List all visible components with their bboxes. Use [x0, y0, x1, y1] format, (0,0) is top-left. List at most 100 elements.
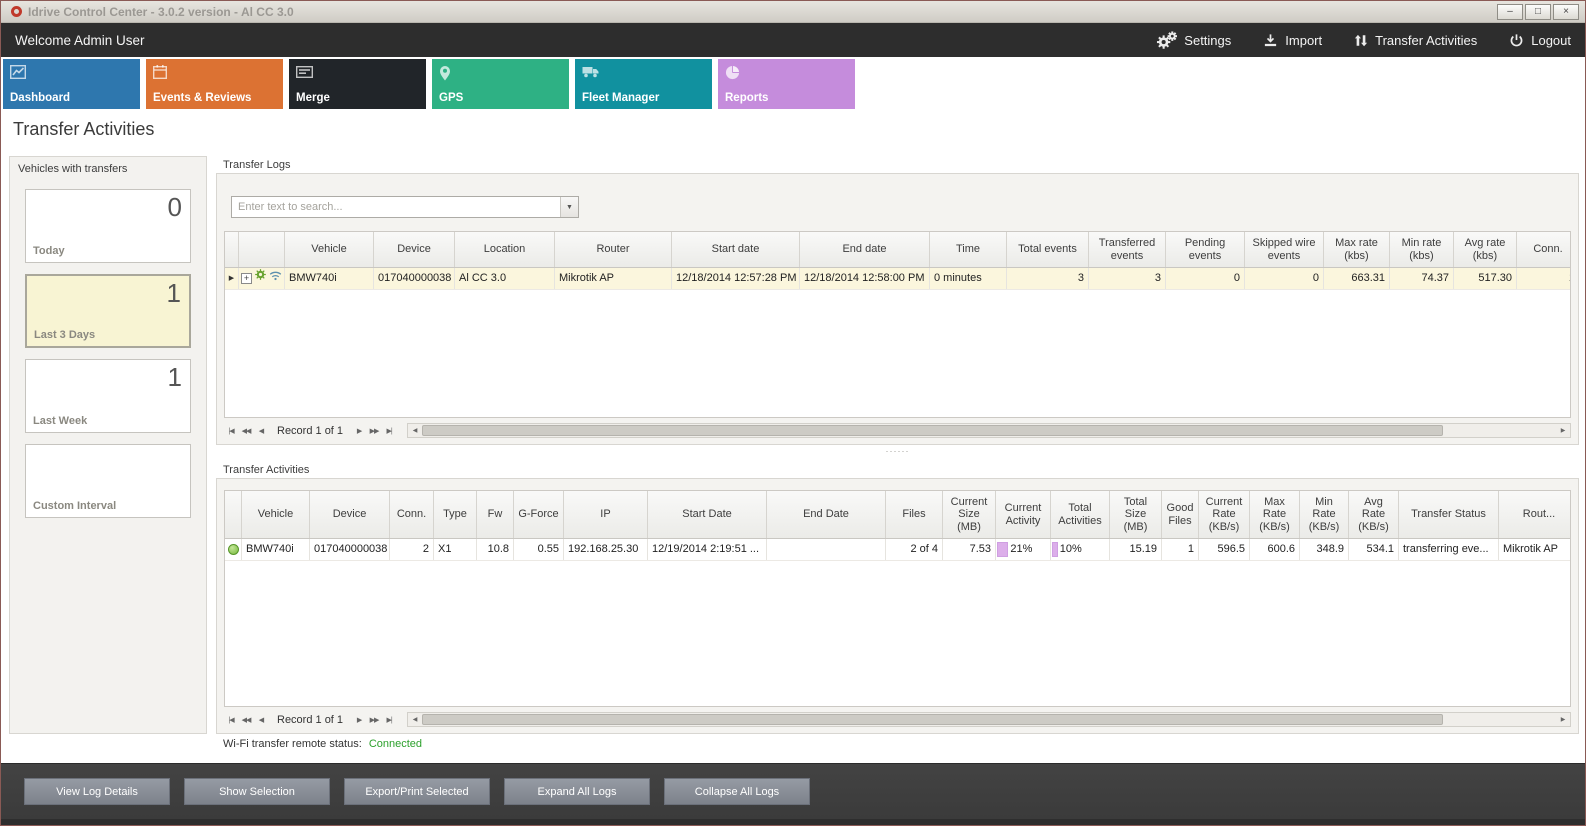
scroll-left-icon[interactable]: ◀: [408, 427, 422, 434]
column-header-fw[interactable]: Fw: [477, 491, 514, 538]
nav-tile-reports[interactable]: Reports: [718, 59, 855, 109]
grid-cell: BMW740i: [242, 539, 310, 560]
column-header-min-rate-kb-s[interactable]: Min Rate (KB/s): [1300, 491, 1349, 538]
column-header-device[interactable]: Device: [374, 232, 455, 267]
column-header-min-rate-kbs[interactable]: Min rate (kbs): [1390, 232, 1454, 267]
gear-icon: [254, 268, 267, 289]
interval-card-last-week[interactable]: 1Last Week: [25, 359, 191, 433]
maximize-button[interactable]: □: [1525, 4, 1551, 20]
column-header-transfer-status[interactable]: Transfer Status: [1399, 491, 1499, 538]
column-header-skipped-wire-events[interactable]: Skipped wire events: [1245, 232, 1324, 267]
horizontal-scrollbar[interactable]: ◀▶: [407, 423, 1571, 438]
view-log-details-button[interactable]: View Log Details: [24, 778, 170, 805]
column-header-current-rate-kb-s[interactable]: Current Rate (KB/s): [1199, 491, 1250, 538]
pager-first-button[interactable]: |◀: [224, 427, 238, 435]
transfer-activities-grid: VehicleDeviceConn.TypeFwG-ForceIPStart D…: [224, 490, 1571, 707]
nav-tile-label: GPS: [439, 92, 463, 104]
minimize-button[interactable]: –: [1497, 4, 1523, 20]
online-status-icon: [228, 544, 239, 555]
nav-tile-dashboard[interactable]: Dashboard: [3, 59, 140, 109]
pager-next-page-button[interactable]: ▶▶: [367, 716, 381, 724]
pager-prev-page-button[interactable]: ◀◀: [239, 427, 253, 435]
column-header-avg-rate-kb-s[interactable]: Avg Rate (KB/s): [1349, 491, 1399, 538]
column-header-time[interactable]: Time: [930, 232, 1007, 267]
header-action-import[interactable]: Import: [1263, 33, 1322, 48]
pager-record-label: Record 1 of 1: [277, 714, 343, 726]
grid-cell: 2: [390, 539, 434, 560]
column-header-current-size-mb[interactable]: Current Size (MB): [943, 491, 996, 538]
interval-card-custom-interval[interactable]: Custom Interval: [25, 444, 191, 518]
table-row[interactable]: BMW740i0170400000382X110.80.55192.168.25…: [225, 539, 1570, 561]
interval-card-last-3-days[interactable]: 1Last 3 Days: [25, 274, 191, 348]
column-header-ip[interactable]: IP: [564, 491, 648, 538]
column-header-good-files[interactable]: Good Files: [1162, 491, 1199, 538]
column-header-files[interactable]: Files: [886, 491, 943, 538]
column-header-device[interactable]: Device: [310, 491, 390, 538]
column-header-end-date[interactable]: End date: [800, 232, 930, 267]
close-button[interactable]: ×: [1553, 4, 1579, 20]
column-header-avg-rate-kbs[interactable]: Avg rate (kbs): [1454, 232, 1517, 267]
chevron-down-icon[interactable]: ▼: [560, 197, 578, 217]
pager-last-button[interactable]: ▶|: [382, 716, 396, 724]
nav-tile-label: Reports: [725, 92, 768, 104]
header-action-settings[interactable]: Settings: [1155, 31, 1231, 50]
nav-tile-fleet-manager[interactable]: Fleet Manager: [575, 59, 712, 109]
scroll-track[interactable]: [422, 424, 1556, 437]
collapse-all-logs-button[interactable]: Collapse All Logs: [664, 778, 810, 805]
scroll-thumb[interactable]: [422, 425, 1443, 436]
expand-all-logs-button[interactable]: Expand All Logs: [504, 778, 650, 805]
pager-next-page-button[interactable]: ▶▶: [367, 427, 381, 435]
scroll-left-icon[interactable]: ◀: [408, 716, 422, 723]
export-print-selected-button[interactable]: Export/Print Selected: [344, 778, 490, 805]
pager-prev-button[interactable]: ◀: [254, 427, 268, 435]
interval-card-today[interactable]: 0Today: [25, 189, 191, 263]
scroll-track[interactable]: [422, 713, 1556, 726]
nav-tile-events-reviews[interactable]: Events & Reviews: [146, 59, 283, 109]
pager-prev-page-button[interactable]: ◀◀: [239, 716, 253, 724]
panel-splitter[interactable]: ······: [216, 448, 1579, 458]
pager-next-button[interactable]: ▶: [352, 716, 366, 724]
column-header-total-size-mb[interactable]: Total Size (MB): [1110, 491, 1162, 538]
show-selection-button[interactable]: Show Selection: [184, 778, 330, 805]
column-header-transferred-events[interactable]: Transferred events: [1089, 232, 1166, 267]
horizontal-scrollbar[interactable]: ◀▶: [407, 712, 1571, 727]
pager-first-button[interactable]: |◀: [224, 716, 238, 724]
scroll-right-icon[interactable]: ▶: [1556, 427, 1570, 434]
column-header-start-date[interactable]: Start date: [672, 232, 800, 267]
column-header-location[interactable]: Location: [455, 232, 555, 267]
column-header-router[interactable]: Router: [555, 232, 672, 267]
welcome-text: Welcome Admin User: [15, 33, 145, 48]
column-header-max-rate-kb-s[interactable]: Max Rate (KB/s): [1250, 491, 1300, 538]
column-header-g-force[interactable]: G-Force: [514, 491, 564, 538]
nav-tile-merge[interactable]: Merge: [289, 59, 426, 109]
column-header-pending-events[interactable]: Pending events: [1166, 232, 1245, 267]
pager-prev-button[interactable]: ◀: [254, 716, 268, 724]
grid-corner: [225, 232, 239, 267]
column-header-end-date[interactable]: End Date: [767, 491, 886, 538]
column-header-vehicle[interactable]: Vehicle: [242, 491, 310, 538]
column-header-max-rate-kbs[interactable]: Max rate (kbs): [1324, 232, 1390, 267]
pager-next-button[interactable]: ▶: [352, 427, 366, 435]
app-header: Welcome Admin User Settings Import Transfe…: [1, 23, 1585, 57]
expand-plus-icon[interactable]: +: [241, 273, 252, 284]
column-header-start-date[interactable]: Start Date: [648, 491, 767, 538]
scroll-thumb[interactable]: [422, 714, 1443, 725]
search-input[interactable]: [232, 197, 560, 217]
column-header-conn[interactable]: Conn.: [390, 491, 434, 538]
scroll-right-icon[interactable]: ▶: [1556, 716, 1570, 723]
column-header-current-activity[interactable]: Current Activity: [996, 491, 1051, 538]
header-actions: Settings Import Transfer Activities Logout: [1155, 31, 1571, 50]
column-header-total-events[interactable]: Total events: [1007, 232, 1089, 267]
table-row[interactable]: ▶+BMW740i017040000038Al CC 3.0Mikrotik A…: [225, 268, 1570, 290]
header-action-transfer-activities[interactable]: Transfer Activities: [1354, 33, 1477, 48]
wifi-status-line: Wi-Fi transfer remote status: Connected: [223, 738, 422, 750]
column-header-vehicle[interactable]: Vehicle: [285, 232, 374, 267]
pager-last-button[interactable]: ▶|: [382, 427, 396, 435]
column-header-conn[interactable]: Conn.: [1517, 232, 1571, 267]
header-action-logout[interactable]: Logout: [1509, 33, 1571, 48]
progress-cell: 21%: [996, 539, 1051, 560]
column-header-total-activities[interactable]: Total Activities: [1051, 491, 1110, 538]
nav-tile-gps[interactable]: GPS: [432, 59, 569, 109]
column-header-rout[interactable]: Rout...: [1499, 491, 1571, 538]
column-header-type[interactable]: Type: [434, 491, 477, 538]
